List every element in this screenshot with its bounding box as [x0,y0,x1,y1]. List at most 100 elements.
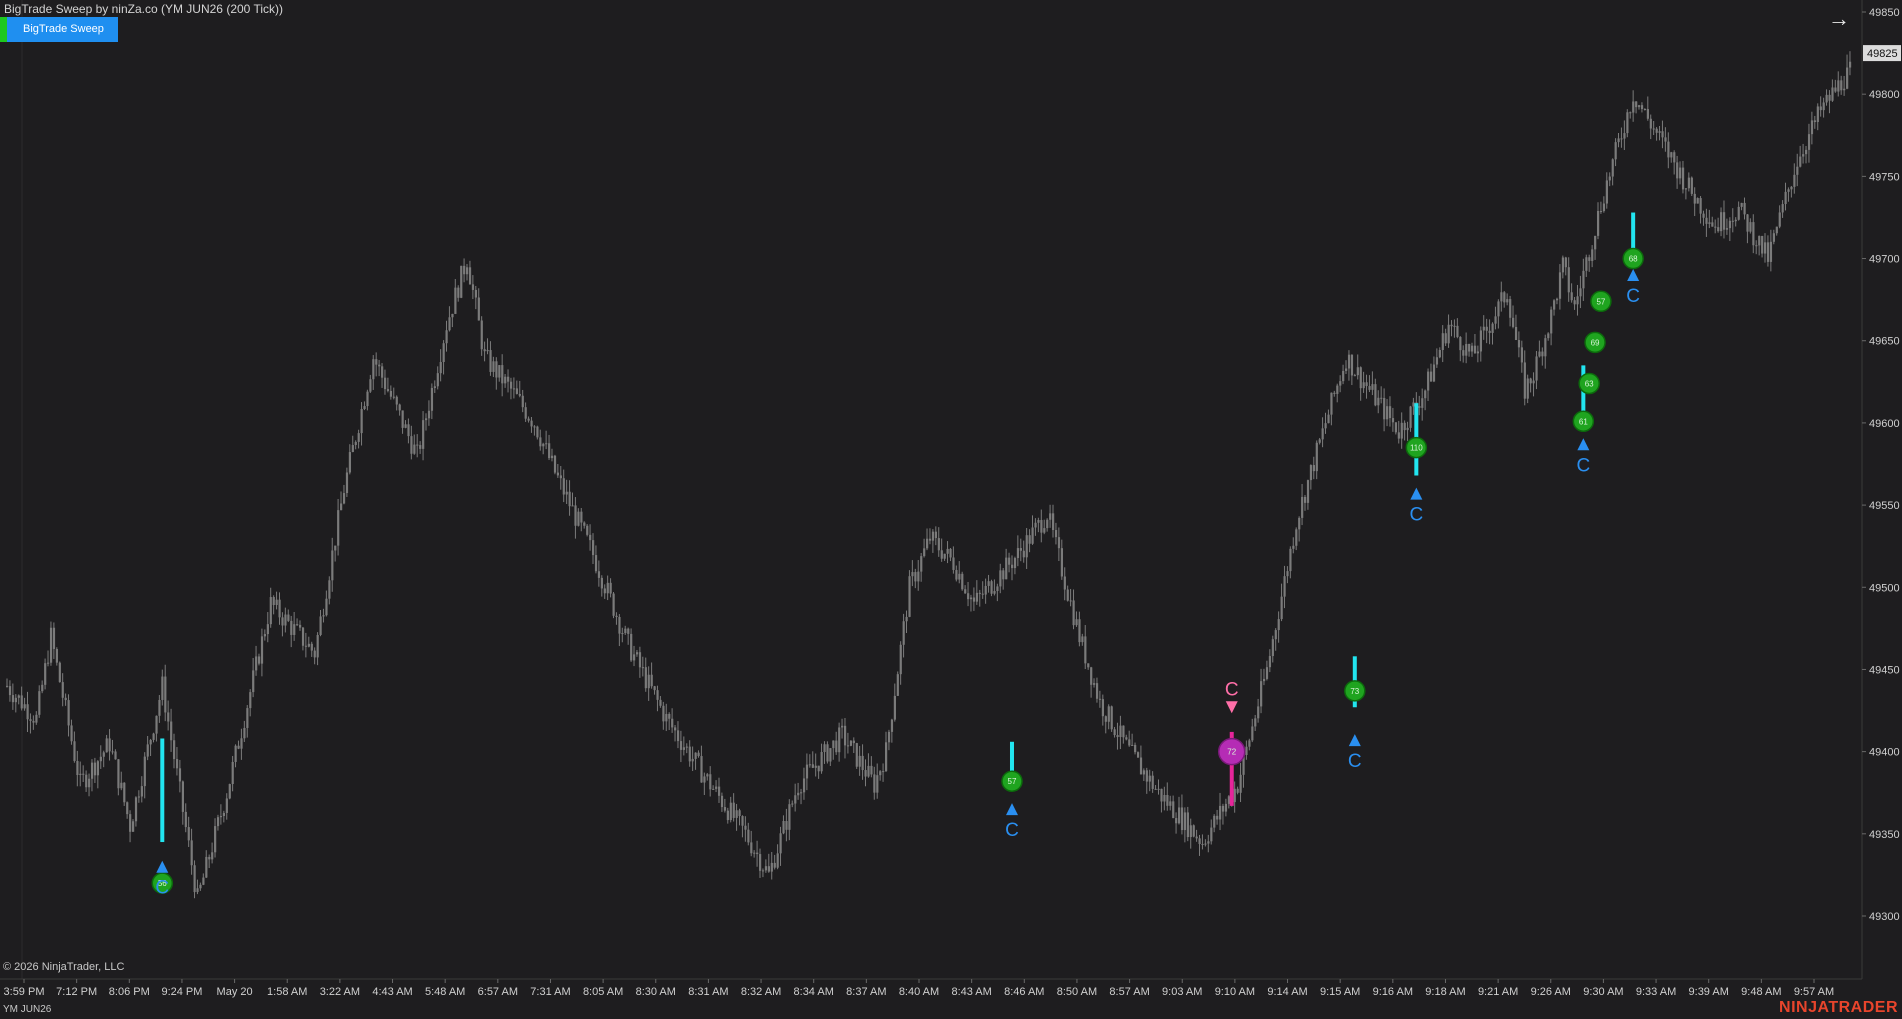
candle-body [260,636,264,664]
signal-label: C [1626,286,1640,307]
candle-body [1497,301,1500,317]
candle-body [1289,548,1292,572]
candle-body [149,739,152,745]
candle-body [565,491,568,495]
candle-body [1711,222,1714,227]
candle-body [1195,836,1198,839]
candle-body [47,662,50,664]
candle-body [858,755,861,767]
x-tick-label: 8:43 AM [951,986,991,998]
candle-body [1072,600,1075,626]
candle-body [392,396,395,398]
candle-body [257,656,261,664]
candle-body [1831,87,1834,101]
indicator-tag[interactable]: BigTrade Sweep [0,17,118,42]
x-tick-label: 3:59 PM [4,986,45,998]
candle-body [181,781,184,812]
candle-body [1658,131,1661,133]
candle-body [246,708,249,728]
candle-body [1643,108,1647,110]
candle-body [1705,217,1708,224]
candle-body [1535,356,1538,381]
candle-body [1327,414,1330,424]
candle-body [1151,775,1154,789]
candle-body [1409,406,1412,428]
sell-arrow-icon [1225,701,1238,714]
candle-body [1456,325,1459,338]
candle-body [1699,198,1702,214]
candle-body [1397,432,1400,439]
candle-body [99,756,102,762]
candle-body [1617,138,1620,143]
candle-body [433,386,436,388]
candle-body [228,784,231,799]
signal-label: C [1348,751,1362,772]
candle-body [961,573,964,590]
candle-body [146,744,149,757]
candle-body [984,585,987,595]
candle-body [234,745,237,762]
candle-body [58,662,61,683]
candle-body [1347,354,1351,369]
candle-body [424,418,428,421]
candle-body [1412,402,1415,407]
candle-body [1201,843,1204,845]
candle-body [1069,600,1072,602]
candle-body [1157,788,1160,790]
candle-body [1550,309,1553,334]
x-tick-label: 9:21 AM [1478,986,1518,998]
candle-body [1459,337,1462,351]
candle-body [1728,220,1732,229]
candle-body [310,643,313,651]
candle-body [981,593,984,595]
candle-body [1368,386,1371,390]
candle-body [328,580,331,599]
candle-body [1125,737,1128,740]
candle-body [427,410,431,419]
candle-body [682,747,686,750]
x-tick-label: 9:57 AM [1794,986,1834,998]
candle-body [1298,517,1301,530]
candle-body [1435,357,1439,365]
candle-body [187,827,190,841]
indicator-color-swatch [0,17,7,42]
candle-body [436,373,439,387]
candle-body [738,810,741,817]
indicator-label-button[interactable]: BigTrade Sweep [7,17,118,42]
candle-body [1807,134,1811,150]
candle-body [1356,367,1359,376]
candle-body [1465,343,1468,356]
candle-body [252,670,255,693]
candle-body [843,725,847,746]
candle-body [299,624,302,628]
candle-body [208,856,211,860]
price-chart[interactable]: 56C57C72C 73C110C61C63695768C 49300493504… [0,0,1902,1019]
candle-body [1406,427,1409,431]
candle-body [1432,364,1436,382]
x-tick-label: 9:24 PM [161,986,202,998]
candle-body [1450,324,1453,327]
candle-body [744,825,747,830]
candle-body [606,582,609,594]
candle-body [536,426,539,438]
candle-body [846,745,850,747]
candle-body [222,812,226,817]
candle-body [93,762,97,776]
candle-body [791,803,794,805]
candle-body [439,362,442,374]
candle-body [1025,535,1028,558]
candle-body [90,762,94,779]
x-tick-label: 5:48 AM [425,986,465,998]
candle-body [337,510,340,546]
arrow-right-icon[interactable]: → [1826,6,1852,32]
candle-body [211,852,214,860]
candle-body [1553,300,1556,310]
x-tick-label: 7:12 PM [56,986,97,998]
candle-body [1075,619,1078,626]
candle-body [140,786,143,797]
candle-body [483,349,486,352]
candle-body [1802,154,1805,157]
candle-body [389,390,393,397]
candle-body [1359,367,1362,389]
candle-body [1702,213,1705,218]
